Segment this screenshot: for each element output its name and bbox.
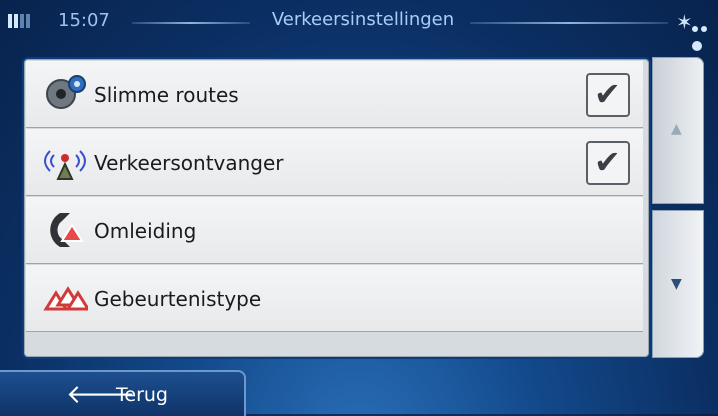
setting-row-verkeersontvanger[interactable]: Verkeersontvanger ✔: [26, 129, 643, 196]
setting-row-slimme-routes[interactable]: Slimme routes ✔: [26, 61, 643, 128]
page-title: Verkeersinstellingen: [271, 9, 455, 30]
scroll-down-button[interactable]: ▼: [652, 210, 704, 358]
settings-list: Slimme routes ✔ Verkeersontvanger ✔ Omle…: [22, 57, 651, 359]
setting-label: Slimme routes: [94, 83, 239, 107]
scroll-up-button[interactable]: ▲: [652, 57, 704, 204]
event-type-icon: [43, 286, 88, 311]
setting-label: Verkeersontvanger: [94, 151, 284, 175]
setting-label: Gebeurtenistype: [94, 287, 262, 311]
gears-icon: [46, 75, 86, 109]
setting-row-gebeurtenistype[interactable]: Gebeurtenistype: [26, 265, 643, 332]
satellite-icon: ✶: [676, 10, 693, 34]
clock: 15:07: [58, 10, 110, 31]
status-bar: 15:07 Verkeersinstellingen ✶: [0, 0, 718, 51]
checkmark-icon: ✔: [594, 75, 621, 113]
checkmark-icon: ✔: [594, 143, 621, 181]
detour-icon: [50, 213, 84, 247]
signal-dots-icon: [692, 17, 718, 55]
traffic-receiver-icon: [44, 150, 86, 180]
back-label: Terug: [116, 384, 168, 406]
checkbox-slimme-routes[interactable]: ✔: [586, 73, 630, 117]
checkbox-verkeersontvanger[interactable]: ✔: [586, 141, 630, 185]
arrow-up-icon: ▲: [671, 121, 682, 137]
battery-icon: [8, 14, 32, 28]
arrow-down-icon: ▼: [671, 276, 682, 292]
setting-row-omleiding[interactable]: Omleiding: [26, 197, 643, 264]
back-button[interactable]: 🡐 Terug: [0, 370, 246, 416]
setting-label: Omleiding: [94, 219, 197, 243]
